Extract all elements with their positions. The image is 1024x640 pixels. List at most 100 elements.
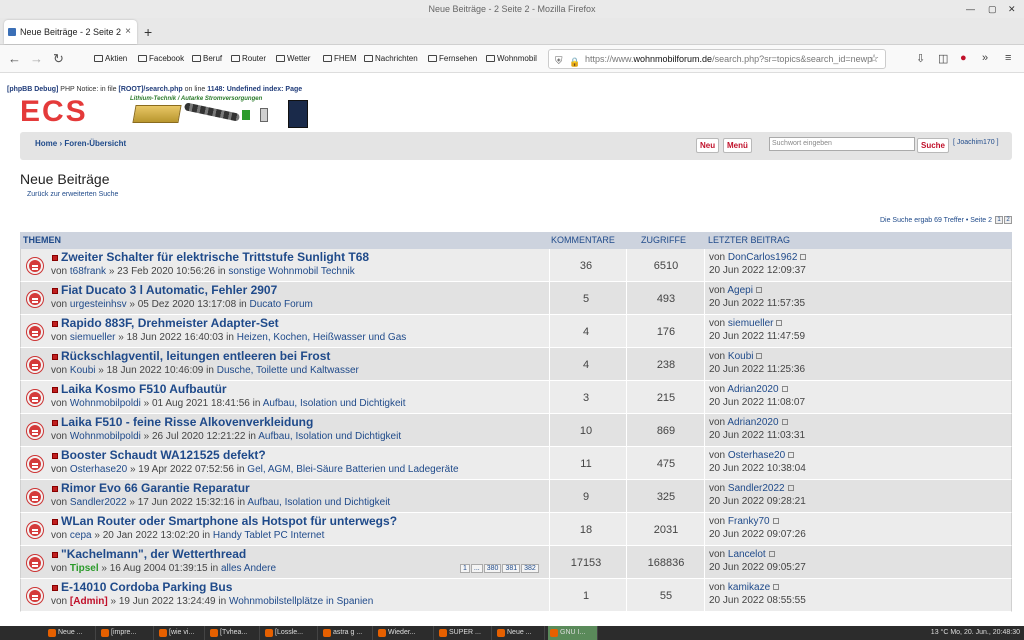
newest-post-icon[interactable] (52, 453, 58, 459)
topic-title-link[interactable]: Booster Schaudt WA121525 defekt? (61, 448, 266, 462)
addon-icon[interactable]: ● (960, 52, 967, 64)
topic-forum-link[interactable]: Ducato Forum (250, 299, 313, 310)
newest-post-icon[interactable] (52, 585, 58, 591)
last-poster-link[interactable]: kamikaze (728, 582, 770, 593)
taskbar-item[interactable]: [impre... (99, 626, 154, 640)
bookmark-aktien[interactable]: Aktien (94, 53, 127, 65)
search-button[interactable]: Suche (917, 138, 950, 153)
taskbar-item[interactable]: GNU I... (548, 626, 598, 640)
newest-post-icon[interactable] (52, 354, 58, 360)
overflow-icon[interactable]: » (982, 52, 988, 64)
taskbar-item[interactable]: Neue ... (46, 626, 96, 640)
last-poster-link[interactable]: Adrian2020 (727, 384, 778, 395)
taskbar-item[interactable]: [wie vi... (157, 626, 205, 640)
pocket-icon[interactable]: ⇩ (916, 52, 925, 65)
topic-author-link[interactable]: Tipsel (70, 563, 99, 574)
topic-author-link[interactable]: Wohnmobilpoldi (70, 431, 141, 442)
last-poster-link[interactable]: siemueller (728, 318, 774, 329)
page-2-link[interactable]: 2 (1004, 216, 1012, 224)
shield-icon[interactable]: ⛨ (555, 53, 563, 68)
last-poster-link[interactable]: Koubi (728, 351, 754, 362)
close-window-icon[interactable]: ✕ (1008, 0, 1016, 18)
goto-last-post-icon[interactable] (772, 518, 779, 524)
page-1-link[interactable]: 1 (995, 216, 1003, 224)
newest-post-icon[interactable] (52, 420, 58, 426)
topic-forum-link[interactable]: Gel, AGM, Blei-Säure Batterien und Ladeg… (247, 464, 458, 475)
topic-author-link[interactable]: Sandler2022 (70, 497, 127, 508)
topic-forum-link[interactable]: Heizen, Kochen, Heißwasser und Gas (237, 332, 407, 343)
user-link[interactable]: [ Joachim170 ] (953, 139, 999, 146)
new-button[interactable]: Neu (696, 138, 720, 153)
tab-active[interactable]: Neue Beiträge - 2 Seite 2 × (4, 20, 137, 44)
goto-last-post-icon[interactable] (755, 287, 762, 293)
site-banner[interactable]: ECS Lithium-Technik / Autarke Stromverso… (20, 96, 310, 128)
minimize-icon[interactable]: — (966, 0, 975, 18)
newest-post-icon[interactable] (52, 288, 58, 294)
back-to-search-link[interactable]: Zurück zur erweiterten Suche (27, 191, 118, 198)
topic-title-link[interactable]: E-14010 Cordoba Parking Bus (61, 580, 232, 594)
newest-post-icon[interactable] (52, 255, 58, 261)
newest-post-icon[interactable] (52, 321, 58, 327)
topic-page-link[interactable]: ... (470, 564, 483, 573)
topic-page-link[interactable]: 382 (521, 564, 539, 573)
topic-author-link[interactable]: t68frank (70, 266, 106, 277)
topic-forum-link[interactable]: alles Andere (221, 563, 276, 574)
forward-button[interactable]: → (30, 51, 43, 67)
taskbar-item[interactable]: [Lossle... (263, 626, 318, 640)
newest-post-icon[interactable] (52, 486, 58, 492)
topic-title-link[interactable]: Laika Kosmo F510 Aufbautür (61, 382, 227, 396)
topic-author-link[interactable]: [Admin] (70, 596, 108, 607)
topic-forum-link[interactable]: Wohnmobilstellplätze in Spanien (229, 596, 373, 607)
menu-icon[interactable]: ≡ (1005, 52, 1011, 64)
goto-last-post-icon[interactable] (787, 485, 794, 491)
topic-title-link[interactable]: WLan Router oder Smartphone als Hotspot … (61, 514, 397, 528)
tab-close-icon[interactable]: × (125, 20, 131, 44)
last-poster-link[interactable]: Osterhase20 (728, 450, 785, 461)
back-button[interactable]: ← (8, 51, 21, 67)
goto-last-post-icon[interactable] (756, 353, 763, 359)
last-poster-link[interactable]: Lancelot (728, 549, 766, 560)
topic-author-link[interactable]: Osterhase20 (70, 464, 127, 475)
search-input[interactable]: Suchwort eingeben (769, 137, 915, 151)
bookmark-router[interactable]: Router (231, 53, 266, 65)
topic-page-link[interactable]: 381 (502, 564, 521, 573)
goto-last-post-icon[interactable] (781, 419, 788, 425)
newest-post-icon[interactable] (52, 519, 58, 525)
current-page-link[interactable]: Seite 2 (970, 217, 992, 224)
last-poster-link[interactable]: DonCarlos1962 (728, 252, 798, 263)
lock-icon[interactable]: 🔒 (569, 53, 580, 68)
topic-author-link[interactable]: Koubi (70, 365, 96, 376)
breadcrumb-forums[interactable]: Foren-Übersicht (64, 139, 126, 148)
topic-title-link[interactable]: Laika F510 - feine Risse Alkovenverkleid… (61, 415, 313, 429)
taskbar-item[interactable]: astra g ... (321, 626, 373, 640)
newest-post-icon[interactable] (52, 552, 58, 558)
last-poster-link[interactable]: Adrian2020 (727, 417, 778, 428)
reload-button[interactable]: ↻ (53, 51, 64, 67)
goto-last-post-icon[interactable] (788, 452, 795, 458)
maximize-icon[interactable]: ▢ (988, 0, 997, 18)
topic-forum-link[interactable]: Aufbau, Isolation und Dichtigkeit (258, 431, 401, 442)
taskbar-item[interactable]: SUPER ... (437, 626, 492, 640)
last-poster-link[interactable]: Franky70 (728, 516, 770, 527)
goto-last-post-icon[interactable] (768, 551, 775, 557)
bookmark-nachrichten[interactable]: Nachrichten (364, 53, 418, 65)
bookmark-facebook[interactable]: Facebook (138, 53, 184, 65)
bookmark-beruf[interactable]: Beruf (192, 53, 222, 65)
bookmark-fhem[interactable]: FHEM (323, 53, 357, 65)
taskbar-item[interactable]: Neue ... (495, 626, 545, 640)
bookmark-fernsehen[interactable]: Fernsehen (428, 53, 477, 65)
breadcrumb-home[interactable]: Home (35, 139, 57, 148)
topic-forum-link[interactable]: sonstige Wohnmobil Technik (228, 266, 354, 277)
newest-post-icon[interactable] (52, 387, 58, 393)
topic-forum-link[interactable]: Dusche, Toilette und Kaltwasser (217, 365, 359, 376)
goto-last-post-icon[interactable] (773, 584, 780, 590)
topic-title-link[interactable]: Zweiter Schalter für elektrische Trittst… (61, 250, 369, 264)
last-poster-link[interactable]: Sandler2022 (728, 483, 785, 494)
taskbar-item[interactable]: Wieder... (376, 626, 434, 640)
goto-last-post-icon[interactable] (776, 320, 783, 326)
menu-button[interactable]: Menü (723, 138, 752, 153)
new-tab-button[interactable]: + (144, 20, 152, 44)
topic-author-link[interactable]: urgesteinhsv (70, 299, 127, 310)
topic-page-link[interactable]: 380 (483, 564, 502, 573)
goto-last-post-icon[interactable] (800, 254, 807, 260)
